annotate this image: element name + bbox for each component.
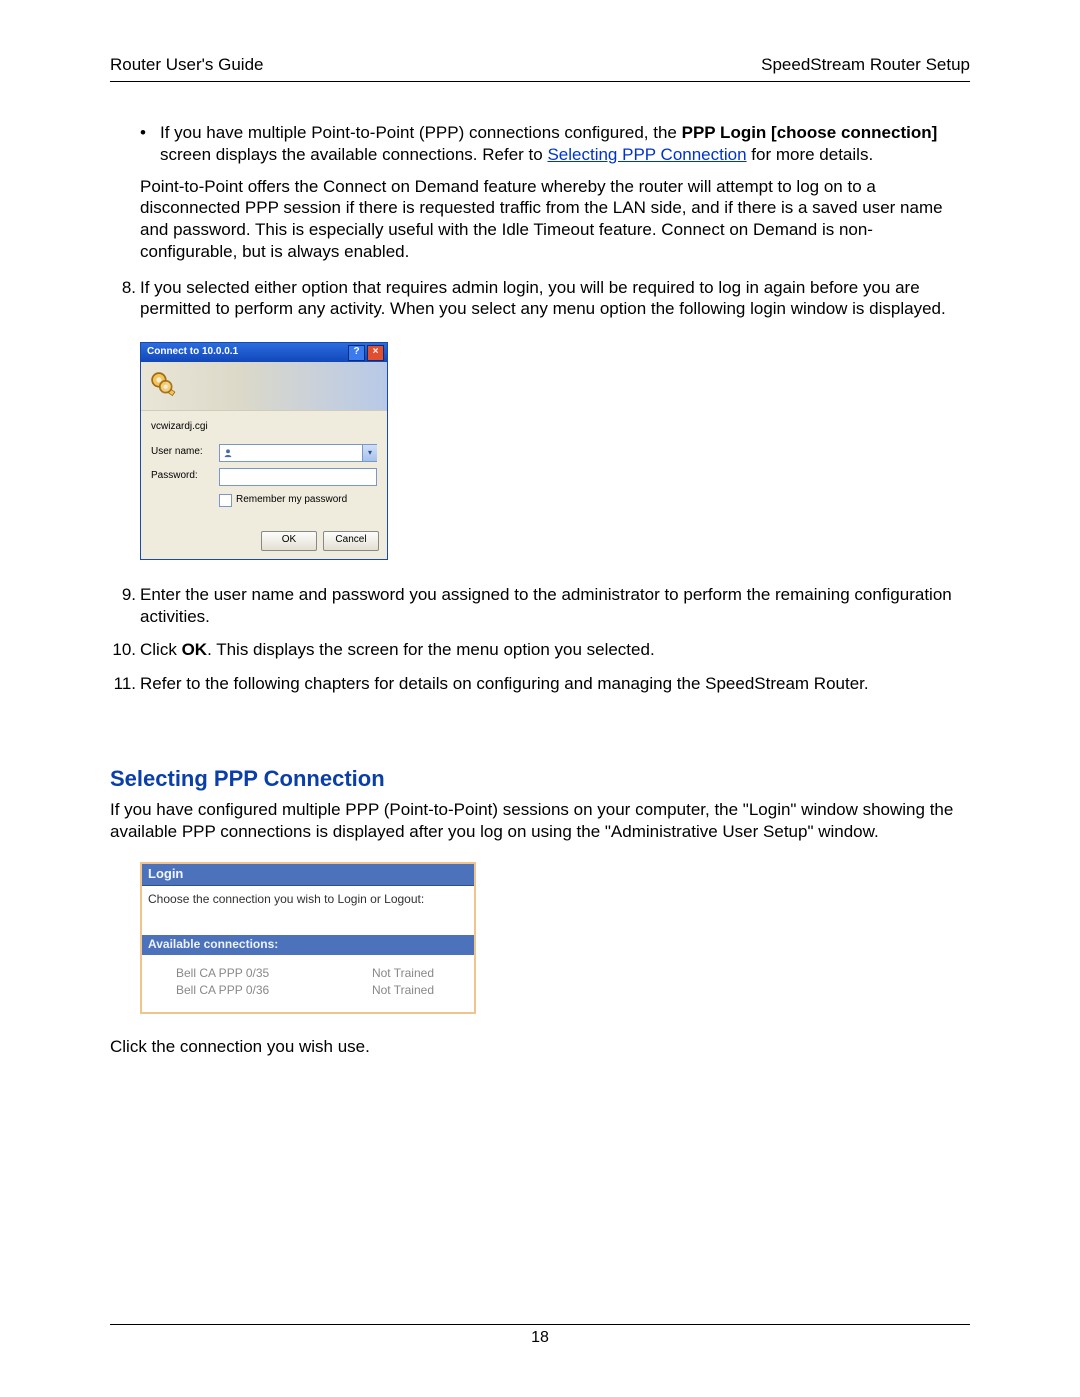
password-label: Password: (151, 470, 219, 483)
login-panel: Login Choose the connection you wish to … (140, 862, 476, 1013)
login-panel-body: Choose the connection you wish to Login … (142, 886, 474, 1011)
step-text: Refer to the following chapters for deta… (140, 674, 869, 693)
step-8: 8. If you selected either option that re… (110, 277, 970, 321)
username-row: User name: ▾ (151, 444, 377, 462)
chevron-down-icon[interactable]: ▾ (362, 445, 377, 461)
paragraph-connect-on-demand: Point-to-Point offers the Connect on Dem… (110, 176, 970, 263)
bold-ppp-login: PPP Login [choose connection] (682, 123, 938, 142)
remember-label: Remember my password (236, 494, 347, 507)
step-11: 11. Refer to the following chapters for … (110, 673, 970, 695)
dialog-body: vcwizardj.cgi User name: ▾ Password: (141, 411, 387, 525)
titlebar-buttons: ? × (348, 345, 384, 361)
step-text: Enter the user name and password you ass… (140, 585, 952, 626)
step-number: 8. (110, 277, 136, 299)
connection-row[interactable]: Bell CA PPP 0/35 Not Trained (176, 965, 462, 982)
password-row: Password: (151, 468, 377, 486)
page-number: 18 (531, 1329, 549, 1346)
user-icon (223, 448, 233, 458)
username-label: User name: (151, 446, 219, 459)
bullet-ppp-login: If you have multiple Point-to-Point (PPP… (110, 122, 970, 166)
close-icon[interactable]: × (367, 345, 384, 361)
header-right: SpeedStream Router Setup (761, 55, 970, 75)
link-selecting-ppp[interactable]: Selecting PPP Connection (547, 145, 746, 164)
text: Click (140, 640, 182, 659)
login-panel-header: Login (142, 864, 474, 886)
login-dialog: Connect to 10.0.0.1 ? × vcwizardj.cgi (140, 342, 388, 560)
keys-icon (147, 368, 181, 402)
page-header: Router User's Guide SpeedStream Router S… (110, 55, 970, 82)
dialog-banner (141, 362, 387, 411)
password-field[interactable] (219, 468, 377, 486)
text: for more details. (747, 145, 874, 164)
remember-checkbox[interactable] (219, 494, 232, 507)
document-page: Router User's Guide SpeedStream Router S… (0, 0, 1080, 1397)
help-icon[interactable]: ? (348, 345, 365, 361)
username-field[interactable]: ▾ (219, 444, 377, 462)
step-10: 10. Click OK. This displays the screen f… (110, 639, 970, 661)
cancel-button[interactable]: Cancel (323, 531, 379, 551)
header-left: Router User's Guide (110, 55, 263, 75)
text: screen displays the available connection… (160, 145, 547, 164)
bold-ok: OK (182, 640, 208, 659)
remember-row: Remember my password (219, 492, 377, 521)
text: If you have multiple Point-to-Point (PPP… (160, 123, 682, 142)
page-footer: 18 (110, 1324, 970, 1347)
step-number: 9. (110, 584, 136, 606)
dialog-buttons: OK Cancel (141, 525, 387, 559)
step-number: 11. (110, 673, 136, 695)
step-number: 10. (110, 639, 136, 661)
step-text: If you selected either option that requi… (140, 278, 946, 319)
connection-name: Bell CA PPP 0/35 (176, 966, 269, 981)
dialog-realm: vcwizardj.cgi (151, 421, 377, 434)
text: . This displays the screen for the menu … (207, 640, 655, 659)
connection-status: Not Trained (372, 983, 434, 998)
section-title-selecting-ppp: Selecting PPP Connection (110, 765, 970, 793)
paragraph-click-connection: Click the connection you wish use. (110, 1036, 970, 1058)
section-paragraph: If you have configured multiple PPP (Poi… (110, 799, 970, 843)
page-content: If you have multiple Point-to-Point (PPP… (110, 82, 970, 1057)
connection-row[interactable]: Bell CA PPP 0/36 Not Trained (176, 982, 462, 999)
ok-button[interactable]: OK (261, 531, 317, 551)
login-panel-instruction: Choose the connection you wish to Login … (148, 892, 468, 907)
login-panel-subheader: Available connections: (142, 935, 474, 954)
connection-status: Not Trained (372, 966, 434, 981)
step-9: 9. Enter the user name and password you … (110, 584, 970, 628)
dialog-title: Connect to 10.0.0.1 (147, 346, 238, 359)
dialog-titlebar: Connect to 10.0.0.1 ? × (141, 343, 387, 362)
connection-name: Bell CA PPP 0/36 (176, 983, 269, 998)
connections-table: Bell CA PPP 0/35 Not Trained Bell CA PPP… (148, 955, 468, 1012)
